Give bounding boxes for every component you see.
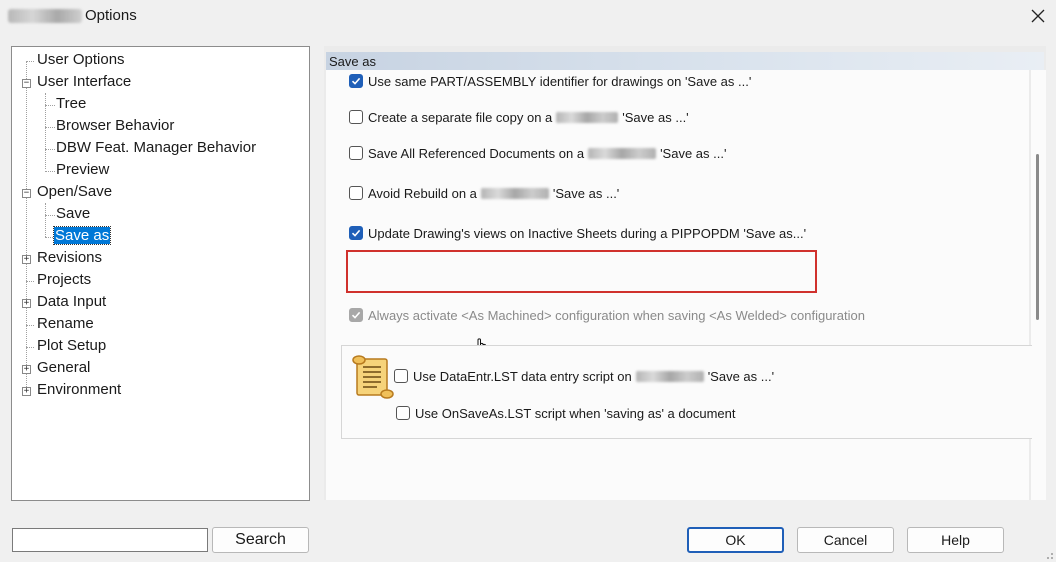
- option-label-suffix: 'Save as ...': [660, 145, 727, 161]
- checkmark-icon: [351, 77, 361, 85]
- help-button[interactable]: Help: [907, 527, 1004, 553]
- resize-grip-icon[interactable]: [1044, 550, 1054, 560]
- option-label: Always activate <As Machined> configurat…: [368, 307, 865, 323]
- tree-item-user-interface[interactable]: User Interface: [36, 72, 132, 92]
- script-options-group: [341, 345, 1032, 439]
- option-label: Save All Referenced Documents on a: [368, 145, 585, 161]
- tree-item-save-as[interactable]: Save as: [52, 226, 112, 246]
- title-bar: Options: [0, 0, 1056, 32]
- tree-item-open-save[interactable]: Open/Save: [36, 182, 113, 202]
- expander-plus-icon[interactable]: +: [22, 255, 31, 264]
- vertical-scrollbar[interactable]: [1031, 70, 1046, 500]
- scroll-thumb[interactable]: [1036, 154, 1039, 320]
- checkmark-icon: [351, 311, 361, 319]
- option-label: Use OnSaveAs.LST script when 'saving as'…: [415, 405, 736, 421]
- redacted-text: [556, 111, 619, 123]
- tree-item-environment[interactable]: Environment: [36, 380, 122, 400]
- highlight-box: [346, 250, 817, 293]
- option-label: Use DataEntr.LST data entry script on: [413, 368, 632, 384]
- tree-item-browser-behavior[interactable]: Browser Behavior: [55, 116, 175, 136]
- panel-header: Save as: [326, 52, 1044, 70]
- checkbox-disabled-checked: [349, 308, 363, 322]
- expander-plus-icon[interactable]: +: [22, 299, 31, 308]
- tree-item-data-input[interactable]: Data Input: [36, 292, 107, 312]
- ok-button[interactable]: OK: [687, 527, 784, 553]
- option-same-identifier[interactable]: Use same PART/ASSEMBLY identifier for dr…: [349, 72, 751, 90]
- checkbox-checked[interactable]: [349, 226, 363, 240]
- tree-item-tree[interactable]: Tree: [55, 94, 87, 114]
- checkbox[interactable]: [396, 406, 410, 420]
- tree-item-general[interactable]: General: [36, 358, 91, 378]
- checkmark-icon: [351, 229, 361, 237]
- checkbox[interactable]: [349, 110, 363, 124]
- redacted-text: [588, 147, 657, 159]
- redacted-text: [635, 370, 704, 382]
- expander-minus-icon[interactable]: −: [22, 79, 31, 88]
- checkbox[interactable]: [349, 146, 363, 160]
- option-label: Avoid Rebuild on a: [368, 185, 477, 201]
- options-tree[interactable]: − − + + + + User Options User Interface …: [11, 46, 310, 501]
- close-button[interactable]: [1026, 4, 1050, 28]
- cancel-button[interactable]: Cancel: [797, 527, 894, 553]
- tree-item-preview[interactable]: Preview: [55, 160, 110, 180]
- close-icon: [1031, 9, 1045, 23]
- expander-minus-icon[interactable]: −: [22, 189, 31, 198]
- option-label: Create a separate file copy on a: [368, 109, 553, 125]
- option-label-suffix: 'Save as ...': [707, 368, 775, 384]
- redacted-app-name: [8, 9, 82, 23]
- tree-item-save[interactable]: Save: [55, 204, 91, 224]
- tree-item-user-options[interactable]: User Options: [36, 50, 126, 70]
- redacted-text: [480, 187, 549, 199]
- option-dataentr-script[interactable]: Use DataEntr.LST data entry script on 'S…: [394, 367, 774, 385]
- tree-item-revisions[interactable]: Revisions: [36, 248, 103, 268]
- expander-plus-icon[interactable]: +: [22, 387, 31, 396]
- window-title: Options: [85, 7, 137, 24]
- option-save-all-referenced[interactable]: Save All Referenced Documents on a 'Save…: [349, 144, 726, 162]
- scroll-script-icon: [352, 355, 394, 399]
- option-onsaveas-script[interactable]: Use OnSaveAs.LST script when 'saving as'…: [396, 404, 736, 422]
- tree-item-projects[interactable]: Projects: [36, 270, 92, 290]
- option-label: Use same PART/ASSEMBLY identifier for dr…: [368, 73, 752, 89]
- checkbox-checked[interactable]: [349, 74, 363, 88]
- option-always-activate-as-machined: Always activate <As Machined> configurat…: [349, 306, 865, 324]
- tree-item-dbw-feat-manager[interactable]: DBW Feat. Manager Behavior: [55, 138, 257, 158]
- option-label-suffix: 'Save as ...': [622, 109, 689, 125]
- option-update-drawing-views[interactable]: Update Drawing's views on Inactive Sheet…: [349, 224, 806, 242]
- option-separate-file-copy[interactable]: Create a separate file copy on a 'Save a…: [349, 108, 689, 126]
- checkbox[interactable]: [394, 369, 408, 383]
- checkbox[interactable]: [349, 186, 363, 200]
- option-avoid-rebuild[interactable]: Avoid Rebuild on a 'Save as ...': [349, 184, 619, 202]
- tree-item-plot-setup[interactable]: Plot Setup: [36, 336, 107, 356]
- option-label-suffix: 'Save as ...': [552, 185, 620, 201]
- tree-item-rename[interactable]: Rename: [36, 314, 95, 334]
- option-label: Update Drawing's views on Inactive Sheet…: [368, 225, 807, 241]
- search-input[interactable]: [12, 528, 208, 552]
- search-button[interactable]: Search: [212, 527, 309, 553]
- expander-plus-icon[interactable]: +: [22, 365, 31, 374]
